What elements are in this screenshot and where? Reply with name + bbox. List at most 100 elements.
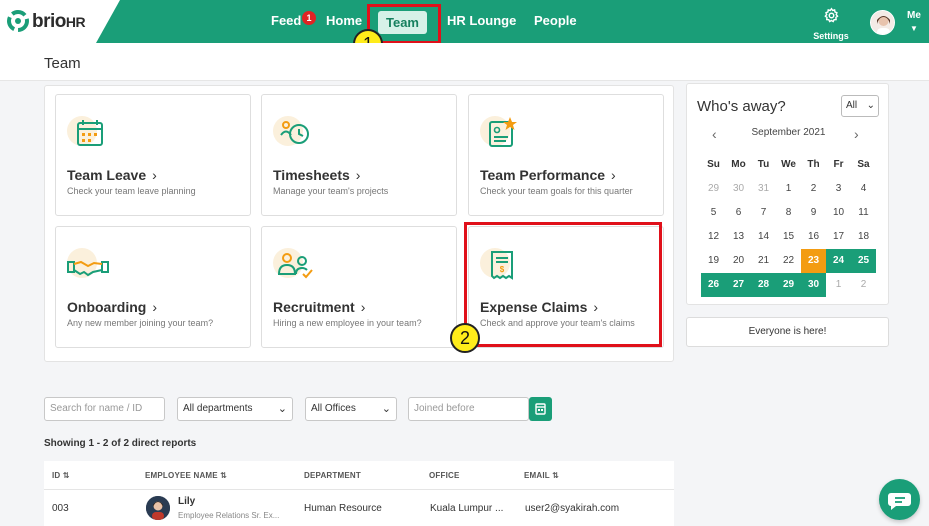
card-subtitle: Hiring a new employee in your team? xyxy=(273,318,422,328)
calendar-day[interactable]: 11 xyxy=(851,201,876,225)
brand-logo[interactable]: brioHR xyxy=(0,0,120,43)
calendar-day[interactable]: 16 xyxy=(801,225,826,249)
calendar-day[interactable]: 29 xyxy=(776,273,801,297)
calendar-day[interactable]: 10 xyxy=(826,201,851,225)
employee-avatar-image xyxy=(146,496,170,520)
date-picker-button[interactable] xyxy=(529,397,552,421)
brand-logo-mark-icon xyxy=(7,10,29,32)
calendar-day[interactable]: 18 xyxy=(851,225,876,249)
calendar-day[interactable]: 17 xyxy=(826,225,851,249)
cell-office: Kuala Lumpur ... xyxy=(430,503,504,514)
handshake-icon xyxy=(67,248,109,278)
next-month-button[interactable]: › xyxy=(854,126,859,142)
calendar-day[interactable]: 4 xyxy=(851,177,876,201)
card-recruitment[interactable]: Recruitment › Hiring a new employee in yo… xyxy=(261,226,457,348)
nav-hr-lounge[interactable]: HR Lounge xyxy=(447,13,516,28)
settings-button[interactable]: Settings xyxy=(810,7,852,41)
chat-icon xyxy=(888,493,911,510)
card-onboarding[interactable]: Onboarding › Any new member joining your … xyxy=(55,226,251,348)
card-title: Team Performance › xyxy=(480,167,616,183)
calendar-day[interactable]: 7 xyxy=(751,201,776,225)
col-header-department: DEPARTMENT xyxy=(304,471,361,480)
calendar-day[interactable]: 31 xyxy=(751,177,776,201)
calendar-day[interactable]: 14 xyxy=(751,225,776,249)
sort-icon: ⇅ xyxy=(62,471,70,480)
chevron-right-icon: › xyxy=(152,299,157,315)
search-input[interactable]: Search for name / ID xyxy=(44,397,165,421)
chevron-right-icon: › xyxy=(360,299,366,315)
calendar-day[interactable]: 25 xyxy=(851,249,876,273)
brand-name: brioHR xyxy=(32,11,86,32)
clock-person-icon xyxy=(273,116,309,146)
department-select[interactable]: All departments ⌄ xyxy=(177,397,293,421)
nav-home[interactable]: Home xyxy=(326,13,362,28)
calendar-day[interactable]: 30 xyxy=(726,177,751,201)
cell-id: 003 xyxy=(52,503,69,514)
nav-people[interactable]: People xyxy=(534,13,577,28)
whos-away-panel: Who's away? All ⌄ ‹ September 2021 › Su Mo… xyxy=(686,83,889,305)
top-navbar: brioHR Feed 1 Home Team HR Lounge People… xyxy=(0,0,929,43)
divider xyxy=(44,489,674,490)
calendar-day[interactable]: 22 xyxy=(776,249,801,273)
joined-before-input[interactable]: Joined before xyxy=(408,397,529,421)
calendar-day[interactable]: 13 xyxy=(726,225,751,249)
caret-down-icon[interactable]: ▼ xyxy=(910,24,918,33)
calendar-grid: Su Mo Tu We Th Fr Sa 29 30 31 1 2 3 4 5 6 7 8 9 10 11 12 13 14 1… xyxy=(701,153,876,297)
sort-icon: ⇅ xyxy=(220,471,228,480)
employee-name-link[interactable]: Lily xyxy=(178,496,195,507)
calendar-day[interactable]: 2 xyxy=(851,273,876,297)
card-subtitle: Manage your team's projects xyxy=(273,186,389,196)
calendar-day[interactable]: 30 xyxy=(801,273,826,297)
chevron-down-icon: ⌄ xyxy=(866,100,875,111)
calendar-day[interactable]: 2 xyxy=(801,177,826,201)
col-header-id[interactable]: ID ⇅ xyxy=(52,471,70,480)
calendar-day[interactable]: 6 xyxy=(726,201,751,225)
chevron-right-icon: › xyxy=(152,167,157,183)
card-timesheets[interactable]: Timesheets › Manage your team's projects xyxy=(261,94,457,216)
direct-reports-table: ID ⇅ EMPLOYEE NAME ⇅ DEPARTMENT OFFICE E… xyxy=(44,461,674,526)
calendar-day[interactable]: 24 xyxy=(826,249,851,273)
chevron-down-icon: ⌄ xyxy=(381,403,391,415)
cell-department: Human Resource xyxy=(304,503,382,514)
calendar-day[interactable]: 27 xyxy=(726,273,751,297)
card-title: Recruitment › xyxy=(273,299,366,315)
calendar-day[interactable]: 8 xyxy=(776,201,801,225)
user-avatar[interactable] xyxy=(870,10,895,35)
weekday-header: Fr xyxy=(833,159,844,170)
calendar-day[interactable]: 15 xyxy=(776,225,801,249)
page-header: Team xyxy=(0,43,929,81)
card-title: Onboarding › xyxy=(67,299,157,315)
settings-label: Settings xyxy=(813,31,849,41)
card-team-leave[interactable]: Team Leave › Check your team leave planni… xyxy=(55,94,251,216)
col-header-name[interactable]: EMPLOYEE NAME ⇅ xyxy=(145,471,227,480)
calendar-day[interactable]: 1 xyxy=(826,273,851,297)
calendar-day[interactable]: 20 xyxy=(726,249,751,273)
calendar-day[interactable]: 28 xyxy=(751,273,776,297)
calendar-day[interactable]: 19 xyxy=(701,249,726,273)
col-header-email[interactable]: EMAIL ⇅ xyxy=(524,471,559,480)
calendar-day[interactable]: 29 xyxy=(701,177,726,201)
calendar-day[interactable]: 3 xyxy=(826,177,851,201)
nav-feed[interactable]: Feed xyxy=(271,13,301,28)
office-select[interactable]: All Offices ⌄ xyxy=(305,397,397,421)
calendar-day[interactable]: 26 xyxy=(701,273,726,297)
calendar-day[interactable]: 9 xyxy=(801,201,826,225)
page-title: Team xyxy=(44,55,81,72)
weekday-header: Mo xyxy=(731,159,746,170)
calendar-day[interactable]: 23 xyxy=(801,249,826,273)
me-label[interactable]: Me xyxy=(907,10,921,21)
everyone-here-status: Everyone is here! xyxy=(686,317,889,347)
feed-notification-badge: 1 xyxy=(302,11,316,25)
calendar-day[interactable]: 21 xyxy=(751,249,776,273)
callout-2: 2 xyxy=(450,323,480,353)
calendar-day[interactable]: 5 xyxy=(701,201,726,225)
calendar-day[interactable]: 12 xyxy=(701,225,726,249)
calendar-day[interactable]: 1 xyxy=(776,177,801,201)
whos-away-title: Who's away? xyxy=(697,98,786,115)
card-team-performance[interactable]: Team Performance › Check your team goals … xyxy=(468,94,664,216)
chat-button[interactable] xyxy=(879,479,920,520)
away-filter-select[interactable]: All ⌄ xyxy=(841,95,879,117)
employee-avatar[interactable] xyxy=(146,496,170,520)
results-count: Showing 1 - 2 of 2 direct reports xyxy=(44,438,197,449)
gear-icon xyxy=(823,7,839,23)
